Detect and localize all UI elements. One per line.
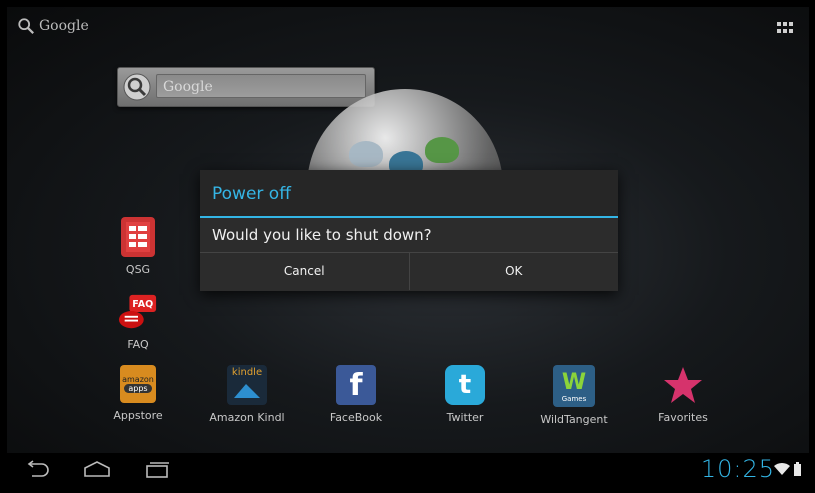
bird-image: [425, 137, 459, 163]
top-google-search[interactable]: Google: [17, 17, 89, 35]
dialog-title: Power off: [200, 170, 618, 218]
back-icon[interactable]: [24, 460, 52, 478]
power-off-dialog: Power off Would you like to shut down? C…: [200, 170, 618, 291]
shortcut-favorites[interactable]: Favorites: [643, 365, 723, 424]
shortcut-label: Favorites: [658, 411, 708, 424]
search-icon: [123, 73, 151, 101]
shortcut-label: FAQ: [127, 338, 149, 351]
document-icon: [121, 217, 155, 257]
home-screen: Google Google QSG FAQ FAQ amazon apps Ap…: [7, 7, 809, 453]
shortcut-label: Twitter: [446, 411, 484, 424]
twitter-icon: t: [445, 365, 485, 405]
cancel-button[interactable]: Cancel: [200, 253, 409, 290]
apps-icon-text: apps: [124, 384, 152, 393]
games-icon-text: Games: [561, 394, 587, 403]
shortcut-label: Amazon Kindl: [209, 411, 285, 424]
shortcut-faq[interactable]: FAQ FAQ: [98, 292, 178, 351]
shortcut-amazon-kindle[interactable]: kindle Amazon Kindl: [207, 365, 287, 424]
all-apps-icon[interactable]: [777, 22, 793, 34]
amazon-appstore-icon: amazon apps: [120, 365, 156, 403]
ok-button[interactable]: OK: [408, 253, 619, 290]
search-icon: [18, 18, 34, 34]
shortcut-label: FaceBook: [329, 411, 383, 424]
shortcut-label: WildTangent: [540, 413, 608, 426]
status-clock[interactable]: 10:25: [701, 453, 775, 486]
google-label: Google: [39, 18, 89, 34]
shortcut-facebook[interactable]: f FaceBook: [316, 365, 396, 424]
system-navigation-bar: 10:25: [7, 453, 809, 486]
dialog-button-bar: Cancel OK: [200, 253, 618, 290]
star-icon: [663, 365, 703, 405]
shortcut-label: QSG: [125, 263, 151, 276]
shortcut-qsg[interactable]: QSG: [98, 217, 178, 276]
facebook-icon: f: [336, 365, 376, 405]
kindle-icon-text: kindle: [231, 367, 263, 378]
shortcut-appstore[interactable]: amazon apps Appstore: [98, 365, 178, 422]
home-icon[interactable]: [83, 460, 111, 478]
amazon-icon-text: amazon: [122, 375, 154, 384]
dialog-message: Would you like to shut down?: [200, 218, 618, 253]
status-icons[interactable]: [774, 462, 801, 476]
faq-icon: FAQ: [118, 292, 158, 332]
battery-icon: [794, 462, 801, 476]
google-search-widget[interactable]: Google: [117, 67, 375, 107]
shortcut-wildtangent[interactable]: W Games WildTangent: [534, 365, 614, 426]
shortcut-label: Appstore: [113, 409, 163, 422]
bird-image: [349, 141, 383, 167]
recent-apps-icon[interactable]: [143, 460, 171, 478]
search-widget-input[interactable]: Google: [156, 74, 366, 98]
faq-icon-text: FAQ: [132, 299, 153, 310]
wildtangent-icon: W Games: [553, 365, 595, 407]
shortcut-twitter[interactable]: t Twitter: [425, 365, 505, 424]
kindle-icon: kindle: [227, 365, 267, 405]
wifi-icon: [774, 462, 790, 475]
